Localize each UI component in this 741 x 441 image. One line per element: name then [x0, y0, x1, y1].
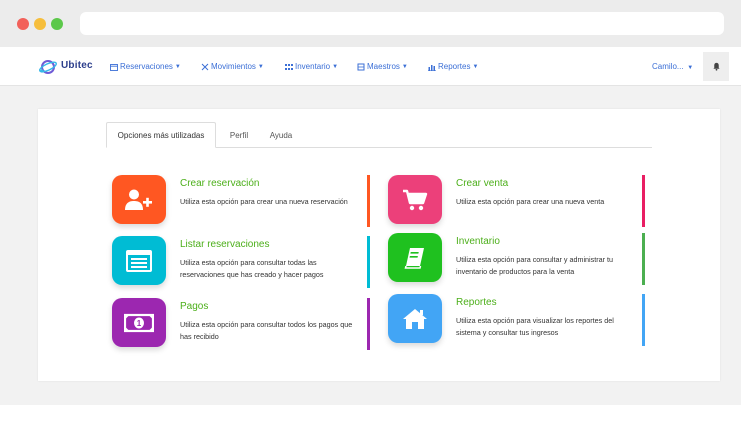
accent-bar	[367, 298, 370, 350]
dashboard-card: Opciones más utilizadas Perfil Ayuda Cre…	[38, 109, 720, 381]
option-description: Utiliza esta opción para crear una nueva…	[456, 197, 605, 206]
menu-label: Inventario	[295, 62, 331, 71]
accent-bar	[642, 175, 645, 227]
option-tile[interactable]	[388, 294, 442, 343]
option-crear-venta[interactable]: Crear venta Utiliza esta opción para cre…	[388, 175, 650, 227]
list-window-icon	[126, 249, 152, 272]
option-description: Utiliza esta opción para consultar todos…	[180, 320, 353, 341]
grid-icon	[285, 63, 293, 70]
menu-maestros[interactable]: Maestros ▼	[357, 62, 408, 71]
option-reportes[interactable]: Reportes Utiliza esta opción para visual…	[388, 294, 650, 346]
add-user-icon	[125, 189, 152, 210]
option-pagos[interactable]: 1 Pagos Utiliza esta opción para consult…	[112, 298, 374, 350]
option-title[interactable]: Inventario	[456, 236, 500, 247]
option-tile[interactable]	[112, 175, 166, 224]
option-tile[interactable]	[112, 236, 166, 285]
option-description: Utiliza esta opción para crear una nueva…	[180, 197, 348, 206]
book-icon	[404, 247, 424, 269]
calendar-icon	[110, 63, 118, 71]
option-title[interactable]: Pagos	[180, 301, 208, 312]
option-tile[interactable]	[388, 175, 442, 224]
menu-movimientos[interactable]: Movimientos ▼	[201, 62, 264, 71]
option-description: Utiliza esta opción para visualizar los …	[456, 316, 614, 337]
menu-reportes[interactable]: Reportes ▼	[428, 62, 478, 71]
home-icon	[403, 308, 427, 329]
user-menu[interactable]: Camilo... ▼	[652, 62, 693, 71]
tab-perfil[interactable]: Perfil	[226, 122, 252, 148]
accent-bar	[642, 233, 645, 285]
address-bar[interactable]	[80, 12, 724, 35]
caret-down-icon: ▼	[332, 63, 339, 70]
tab-ayuda[interactable]: Ayuda	[266, 122, 296, 148]
caret-down-icon: ▼	[472, 63, 479, 70]
option-inventario[interactable]: Inventario Utiliza esta opción para cons…	[388, 233, 650, 285]
caret-down-icon: ▼	[685, 65, 694, 71]
user-name: Camilo...	[652, 62, 684, 71]
menu-label: Reportes	[438, 62, 471, 71]
option-title[interactable]: Crear venta	[456, 178, 508, 189]
menu-label: Movimientos	[211, 62, 256, 71]
caret-down-icon: ▼	[174, 63, 181, 70]
notifications-button[interactable]	[703, 52, 729, 81]
option-tile[interactable]	[388, 233, 442, 282]
svg-text:1: 1	[137, 319, 142, 328]
browser-window: Ubitec Reservaciones ▼ Movimientos ▼ Inven…	[0, 0, 741, 405]
option-listar-reservaciones[interactable]: Listar reservaciones Utiliza esta opción…	[112, 236, 374, 288]
caret-down-icon: ▼	[257, 63, 264, 70]
close-window-button[interactable]	[17, 18, 29, 30]
option-tile[interactable]: 1	[112, 298, 166, 347]
option-description: Utiliza esta opción para consultar todas…	[180, 258, 324, 279]
ubitec-logo-icon	[39, 60, 57, 74]
browser-chrome	[0, 0, 741, 47]
tab-opciones[interactable]: Opciones más utilizadas	[106, 122, 216, 148]
accent-bar	[367, 236, 370, 288]
option-title[interactable]: Reportes	[456, 297, 497, 308]
menu-label: Reservaciones	[120, 62, 173, 71]
cart-icon	[403, 189, 428, 210]
top-navbar: Ubitec Reservaciones ▼ Movimientos ▼ Inven…	[0, 47, 741, 86]
bell-icon	[712, 62, 720, 71]
option-title[interactable]: Crear reservación	[180, 178, 259, 189]
accent-bar	[642, 294, 645, 346]
option-title[interactable]: Listar reservaciones	[180, 239, 269, 250]
money-icon: 1	[124, 313, 154, 332]
arrows-icon	[201, 63, 209, 70]
minimize-window-button[interactable]	[34, 18, 46, 30]
option-description: Utiliza esta opción para consultar y adm…	[456, 255, 613, 276]
menu-reservaciones[interactable]: Reservaciones ▼	[110, 62, 181, 71]
menu-label: Maestros	[367, 62, 400, 71]
bar-chart-icon	[428, 64, 436, 71]
caret-down-icon: ▼	[401, 63, 408, 70]
tab-bar: Opciones más utilizadas Perfil Ayuda	[106, 122, 652, 148]
option-crear-reservacion[interactable]: Crear reservación Utiliza esta opción pa…	[112, 175, 374, 227]
brand-name[interactable]: Ubitec	[61, 60, 93, 71]
menu-inventario[interactable]: Inventario ▼	[285, 62, 338, 71]
maximize-window-button[interactable]	[51, 18, 63, 30]
accent-bar	[367, 175, 370, 227]
cubes-icon	[357, 63, 365, 70]
